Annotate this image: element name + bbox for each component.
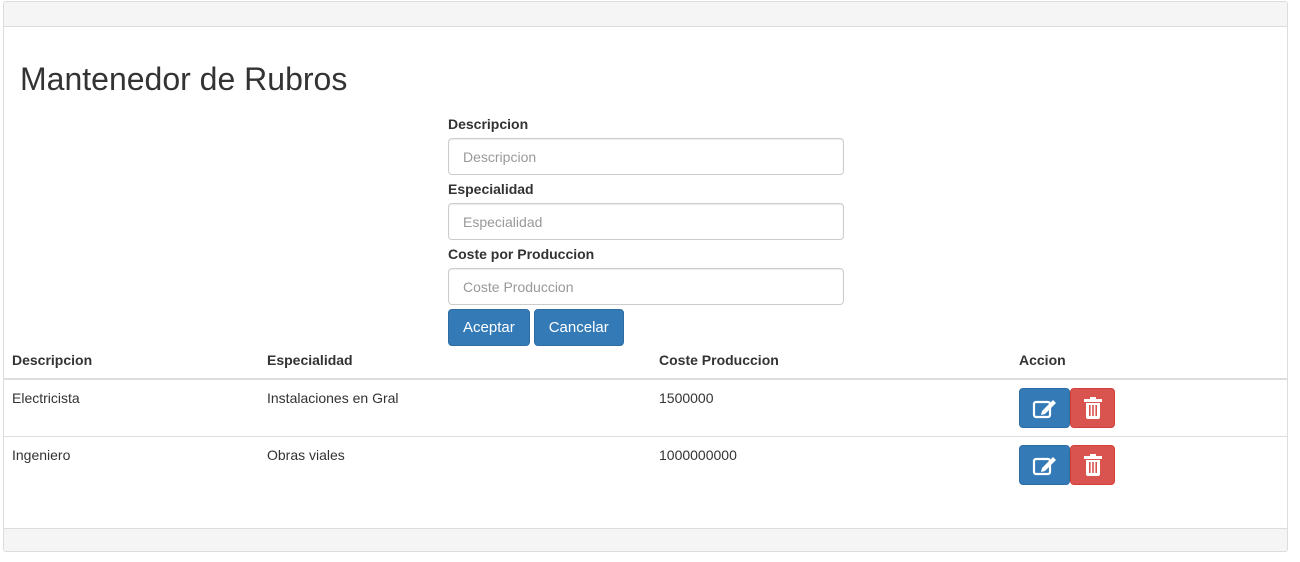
- header-descripcion: Descripcion: [4, 342, 259, 380]
- rubro-form: Descripcion Especialidad Coste por Produ…: [448, 114, 844, 346]
- cell-coste: 1000000000: [659, 447, 737, 463]
- cell-accion: [1011, 437, 1287, 494]
- trash-icon: [1083, 397, 1102, 419]
- cancelar-button[interactable]: Cancelar: [533, 309, 624, 346]
- header-coste: Coste Produccion: [651, 342, 1011, 380]
- edit-icon: [1032, 457, 1056, 476]
- trash-icon: [1083, 454, 1102, 476]
- descripcion-input[interactable]: [448, 138, 844, 175]
- form-buttons: Aceptar Cancelar: [448, 309, 844, 346]
- edit-button[interactable]: [1019, 388, 1070, 428]
- delete-button[interactable]: [1070, 445, 1115, 485]
- cell-especialidad: Obras viales: [267, 447, 345, 463]
- edit-button[interactable]: [1019, 445, 1070, 485]
- cell-accion: [1011, 379, 1287, 437]
- table-row: Ingeniero Obras viales 1000000000: [4, 437, 1287, 494]
- table-header-row: Descripcion Especialidad Coste Produccio…: [4, 342, 1287, 380]
- aceptar-button[interactable]: Aceptar: [448, 309, 530, 346]
- descripcion-label: Descripcion: [448, 116, 529, 132]
- table-row: Electricista Instalaciones en Gral 15000…: [4, 379, 1287, 437]
- header-especialidad: Especialidad: [259, 342, 651, 380]
- panel-heading: [4, 2, 1287, 27]
- rubros-table: Descripcion Especialidad Coste Produccio…: [4, 342, 1287, 494]
- coste-label: Coste por Produccion: [448, 246, 595, 262]
- especialidad-input[interactable]: [448, 203, 844, 240]
- panel-footer: [4, 528, 1287, 551]
- cell-coste: 1500000: [651, 379, 1011, 437]
- main-panel: Mantenedor de Rubros Descripcion Especia…: [3, 1, 1288, 552]
- cell-descripcion: Electricista: [4, 379, 259, 437]
- descripcion-group: Descripcion: [448, 114, 844, 175]
- header-accion: Accion: [1011, 342, 1287, 380]
- especialidad-label: Especialidad: [448, 181, 534, 197]
- delete-button[interactable]: [1070, 388, 1115, 428]
- cell-descripcion: Ingeniero: [12, 447, 71, 463]
- especialidad-group: Especialidad: [448, 179, 844, 240]
- page-title: Mantenedor de Rubros: [20, 61, 348, 97]
- coste-input[interactable]: [448, 268, 844, 305]
- cell-especialidad: Instalaciones en Gral: [259, 379, 651, 437]
- coste-group: Coste por Produccion: [448, 244, 844, 305]
- edit-icon: [1032, 400, 1056, 419]
